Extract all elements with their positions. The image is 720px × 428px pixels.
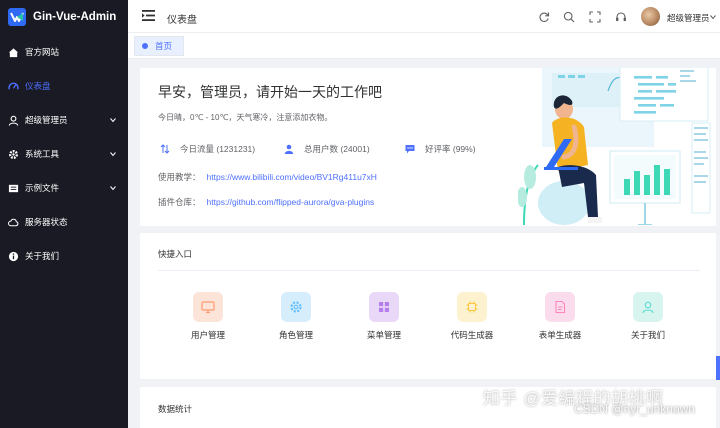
sidebar-item-label: 官方网站 bbox=[25, 47, 60, 57]
quick-item-label: 角色管理 bbox=[278, 330, 313, 340]
plugin-link[interactable]: https://github.com/flipped-aurora/gva-pl… bbox=[207, 197, 375, 207]
info-icon bbox=[8, 251, 19, 261]
sidebar-item-label: 关于我们 bbox=[25, 251, 60, 261]
dashboard-illustration bbox=[518, 67, 711, 225]
tabs-bar: 首页 bbox=[128, 33, 720, 59]
speedometer-icon bbox=[8, 82, 19, 90]
chevron-down-icon bbox=[110, 118, 116, 123]
flow-icon bbox=[160, 144, 170, 154]
comment-icon bbox=[405, 145, 415, 154]
user-name[interactable]: 超级管理员 bbox=[667, 12, 710, 24]
quick-item-label: 用户管理 bbox=[190, 330, 225, 340]
quick-icon-bg bbox=[193, 292, 223, 322]
stat-label: 好评率 (99%) bbox=[425, 144, 476, 154]
brand[interactable]: Gin-Vue-Admin bbox=[0, 0, 128, 34]
quick-item-about[interactable]: 关于我们 bbox=[613, 292, 683, 340]
scroll-indicator[interactable] bbox=[716, 356, 720, 380]
home-icon bbox=[8, 47, 19, 57]
stat-users: 总用户数 (24001) bbox=[284, 143, 370, 155]
sidebar: Gin-Vue-Admin 官方网站 仪表盘 超级管理员 系统工具 示例文件 服… bbox=[0, 0, 128, 428]
avatar[interactable] bbox=[641, 7, 660, 26]
sidebar-item-official-site[interactable]: 官方网站 bbox=[0, 41, 128, 63]
quick-icon-bg bbox=[457, 292, 487, 322]
grid-icon bbox=[379, 302, 389, 312]
sidebar-item-about[interactable]: 关于我们 bbox=[0, 245, 128, 267]
quick-item-form-generator[interactable]: 表单生成器 bbox=[525, 292, 595, 340]
sidebar-item-label: 示例文件 bbox=[25, 183, 60, 193]
quick-icon-bg bbox=[281, 292, 311, 322]
top-header: 仪表盘 超级管理员 bbox=[128, 0, 720, 33]
user-icon bbox=[8, 115, 19, 126]
quick-icon-bg bbox=[545, 292, 575, 322]
quick-item-user-management[interactable]: 用户管理 bbox=[173, 292, 243, 340]
tutorial-row: 使用教学： https://www.bilibili.com/video/BV1R… bbox=[158, 171, 377, 183]
document-icon bbox=[555, 300, 566, 314]
divider bbox=[158, 270, 700, 271]
cloud-icon bbox=[8, 218, 19, 226]
watermark-csdn: CSDN @nyr_unknown bbox=[574, 402, 695, 416]
page-title: 仪表盘 bbox=[167, 15, 197, 26]
data-stats-title: 数据统计 bbox=[158, 404, 193, 414]
greeting-title: 早安，管理员，请开始一天的工作吧 bbox=[158, 84, 382, 100]
quick-icon-bg bbox=[369, 292, 399, 322]
cpu-icon bbox=[466, 301, 478, 313]
weather-text: 今日晴，0℃ - 10℃，天气寒冷，注意添加衣物。 bbox=[158, 113, 333, 122]
quick-item-label: 表单生成器 bbox=[538, 330, 582, 340]
plugin-row: 插件仓库： https://github.com/flipped-aurora/g… bbox=[158, 196, 374, 208]
quick-item-label: 菜单管理 bbox=[366, 330, 401, 340]
app-name: Gin-Vue-Admin bbox=[33, 11, 117, 23]
stat-label: 总用户数 (24001) bbox=[304, 144, 370, 154]
gear-icon bbox=[290, 301, 302, 313]
quick-item-label: 关于我们 bbox=[630, 330, 665, 340]
fullscreen-icon[interactable] bbox=[589, 11, 601, 23]
quick-entry-title: 快捷入口 bbox=[158, 249, 193, 259]
sidebar-item-label: 系统工具 bbox=[25, 149, 60, 159]
sidebar-item-super-admin[interactable]: 超级管理员 bbox=[0, 109, 128, 131]
monitor-icon bbox=[201, 301, 215, 314]
tutorial-link[interactable]: https://www.bilibili.com/video/BV1Rg411u… bbox=[207, 172, 377, 182]
tutorial-label: 使用教学： bbox=[158, 172, 201, 182]
tab-home[interactable]: 首页 bbox=[134, 36, 184, 56]
gear-icon bbox=[9, 149, 18, 159]
sidebar-item-label: 仪表盘 bbox=[25, 81, 51, 91]
tab-label: 首页 bbox=[155, 41, 173, 51]
quick-item-label: 代码生成器 bbox=[450, 330, 494, 340]
sidebar-item-server-status[interactable]: 服务器状态 bbox=[0, 211, 128, 233]
sidebar-item-label: 超级管理员 bbox=[25, 115, 68, 125]
quick-entry-card: 快捷入口 用户管理 角色管理 菜单管理 代码生成器 表单生成器 关于我们 bbox=[140, 233, 716, 379]
stat-traffic: 今日流量 (1231231) bbox=[160, 143, 255, 155]
user-icon bbox=[642, 301, 654, 314]
search-icon[interactable] bbox=[563, 11, 575, 23]
quick-item-menu-management[interactable]: 菜单管理 bbox=[349, 292, 419, 340]
sidebar-item-dashboard[interactable]: 仪表盘 bbox=[0, 75, 128, 97]
stat-label: 今日流量 (1231231) bbox=[180, 144, 256, 154]
menu-toggle-icon[interactable] bbox=[142, 10, 155, 21]
stat-rating: 好评率 (99%) bbox=[405, 143, 476, 155]
active-dot bbox=[142, 43, 148, 49]
quick-item-role-management[interactable]: 角色管理 bbox=[261, 292, 331, 340]
folder-icon bbox=[8, 184, 19, 192]
chevron-down-icon bbox=[110, 186, 116, 191]
sidebar-item-system-tools[interactable]: 系统工具 bbox=[0, 143, 128, 165]
sidebar-item-example-files[interactable]: 示例文件 bbox=[0, 177, 128, 199]
users-icon bbox=[284, 144, 294, 154]
welcome-card: 早安，管理员，请开始一天的工作吧 今日晴，0℃ - 10℃，天气寒冷，注意添加衣… bbox=[140, 67, 716, 226]
quick-icon-bg bbox=[633, 292, 663, 322]
refresh-icon[interactable] bbox=[538, 11, 550, 23]
chevron-down-icon[interactable] bbox=[710, 14, 716, 20]
plugin-label: 插件仓库： bbox=[158, 197, 201, 207]
quick-item-code-generator[interactable]: 代码生成器 bbox=[437, 292, 507, 340]
logo-icon bbox=[8, 8, 26, 26]
sidebar-item-label: 服务器状态 bbox=[25, 217, 68, 227]
headset-icon[interactable] bbox=[615, 11, 627, 23]
chevron-down-icon bbox=[110, 152, 116, 157]
